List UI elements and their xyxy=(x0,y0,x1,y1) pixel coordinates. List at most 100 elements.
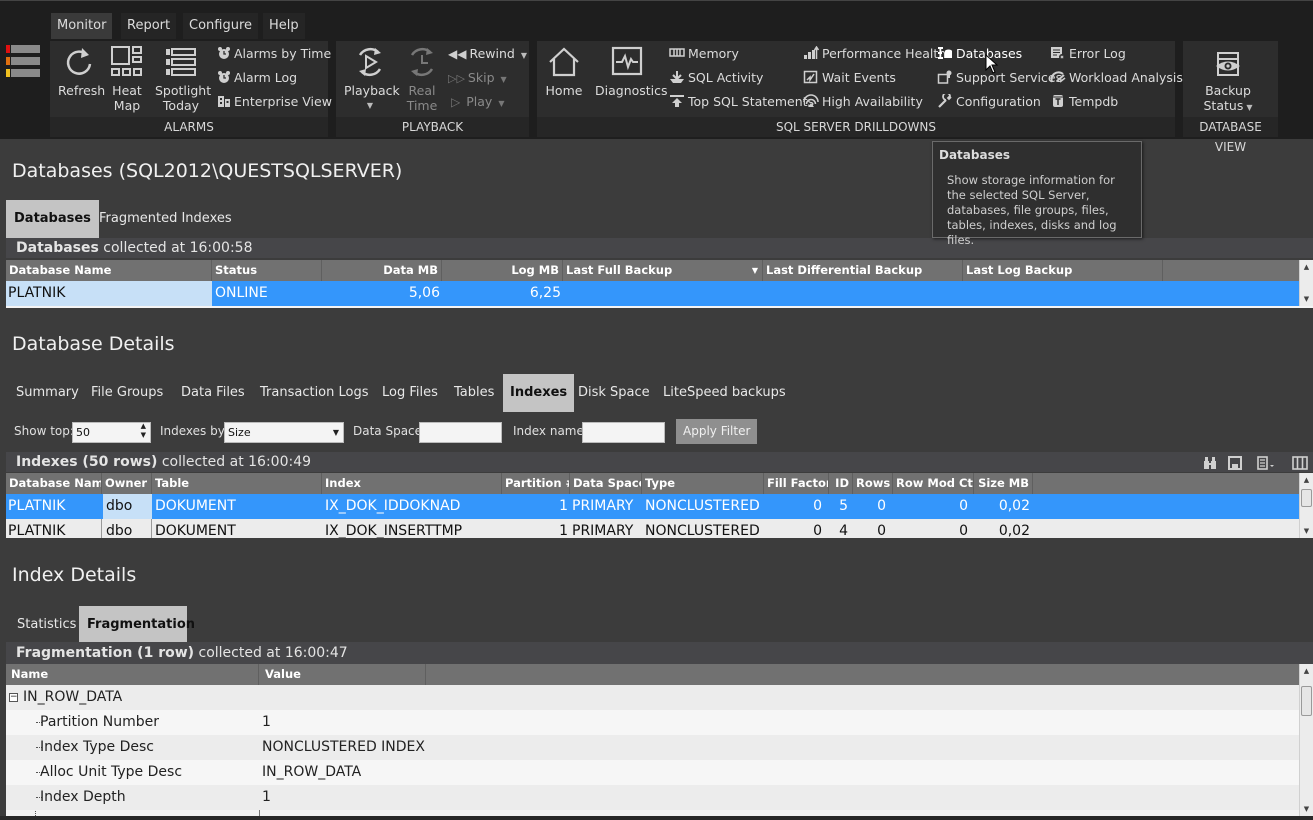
cell-id[interactable]: 4 xyxy=(829,519,853,538)
home-button[interactable]: Home xyxy=(545,45,583,98)
scroll-down-icon[interactable]: ▼ xyxy=(1300,292,1313,306)
workload-analysis-button[interactable]: Workload Analysis xyxy=(1050,67,1183,89)
col-database-name[interactable]: Database Name xyxy=(6,473,102,494)
cell-rows[interactable]: 0 xyxy=(853,494,893,519)
tempdb-button[interactable]: Tempdb xyxy=(1050,91,1118,113)
cell-fill-factor[interactable]: 0 xyxy=(764,494,829,519)
rewind-button[interactable]: ◀◀ Rewind ▼ xyxy=(448,43,527,65)
col-status[interactable]: Status xyxy=(212,260,322,281)
scroll-down-icon[interactable]: ▼ xyxy=(1300,524,1313,538)
tab-fragmented-indexes[interactable]: Fragmented Indexes xyxy=(91,200,240,238)
cell-table[interactable]: DOKUMENT xyxy=(153,519,322,538)
cell-database-name[interactable]: PLATNIK xyxy=(6,281,212,306)
skip-button[interactable]: ▷▷ Skip ▼ xyxy=(448,67,507,89)
backup-status-button[interactable]: Backup Status ▼ xyxy=(1197,51,1259,115)
col-type[interactable]: Type xyxy=(642,473,764,494)
tree-row[interactable]: Alloc Unit Type Desc IN_ROW_DATA xyxy=(6,760,1299,785)
fragmentation-grid-scrollbar[interactable]: ▲ ▼ xyxy=(1299,664,1313,816)
high-availability-button[interactable]: High Availability xyxy=(803,91,923,113)
cell-row-mod-ctr[interactable]: 0 xyxy=(893,494,974,519)
scroll-up-icon[interactable]: ▲ xyxy=(1300,473,1313,487)
configuration-button[interactable]: Configuration xyxy=(937,91,1041,113)
heat-map-button[interactable]: Heat Map xyxy=(110,45,144,113)
error-log-button[interactable]: Error Log xyxy=(1050,43,1126,65)
tab-fragmentation[interactable]: Fragmentation xyxy=(79,606,195,644)
col-database-name[interactable]: Database Name xyxy=(6,260,212,281)
col-id[interactable]: ID xyxy=(829,473,853,494)
enterprise-view-button[interactable]: Enterprise View xyxy=(217,91,332,113)
col-size-mb[interactable]: Size MB xyxy=(974,473,1033,494)
scroll-thumb[interactable] xyxy=(1301,489,1312,507)
find-binoculars-icon[interactable] xyxy=(1203,456,1217,473)
top-sql-statements-button[interactable]: Top SQL Statements xyxy=(669,91,814,113)
cell-index[interactable]: IX_DOK_IDDOKNAD xyxy=(323,494,502,519)
cell-size-mb[interactable]: 0,02 xyxy=(974,519,1033,538)
tab-file-groups[interactable]: File Groups xyxy=(83,374,171,412)
cell-fill-factor[interactable]: 0 xyxy=(764,519,829,538)
index-name-input[interactable] xyxy=(582,422,665,443)
real-time-button[interactable]: Real Time xyxy=(404,45,440,113)
cell-database-name[interactable]: PLATNIK xyxy=(6,494,102,519)
col-last-log-backup[interactable]: Last Log Backup xyxy=(963,260,1163,281)
alarms-by-time-button[interactable]: Alarms by Time xyxy=(217,43,331,65)
data-space-input[interactable] xyxy=(419,422,502,443)
performance-health-button[interactable]: Performance Health xyxy=(803,43,946,65)
collapse-icon[interactable]: − xyxy=(9,693,18,702)
scroll-up-icon[interactable]: ▲ xyxy=(1300,260,1313,274)
alarm-log-button[interactable]: Alarm Log xyxy=(217,67,297,89)
table-row[interactable]: PLATNIK ONLINE 5,06 6,25 xyxy=(6,281,1299,306)
support-services-button[interactable]: Support Services xyxy=(937,67,1062,89)
table-row[interactable]: PLATNIK dbo DOKUMENT IX_DOK_INSERTTMP 1 … xyxy=(6,519,1299,538)
cell-data-mb[interactable]: 5,06 xyxy=(322,281,442,306)
col-row-mod-ctr[interactable]: Row Mod Ctr xyxy=(893,473,974,494)
cell-last-full-backup[interactable] xyxy=(563,281,763,306)
cell-rows[interactable]: 0 xyxy=(853,519,893,538)
tree-row[interactable]: Partition Number 1 xyxy=(6,710,1299,735)
copy-icon[interactable] xyxy=(1255,456,1275,473)
indexes-grid-scrollbar[interactable]: ▲ ▼ xyxy=(1299,473,1313,538)
refresh-button[interactable]: Refresh xyxy=(58,45,105,98)
tab-log-files[interactable]: Log Files xyxy=(374,374,446,412)
menu-tab-help[interactable]: Help xyxy=(263,13,305,39)
diagnostics-button[interactable]: Diagnostics xyxy=(595,45,668,98)
tree-row[interactable]: Index Depth 1 xyxy=(6,785,1299,810)
col-owner[interactable]: Owner xyxy=(102,473,152,494)
menu-tab-monitor[interactable]: Monitor xyxy=(51,13,113,39)
col-last-differential-backup[interactable]: Last Differential Backup xyxy=(763,260,963,281)
cell-index[interactable]: IX_DOK_INSERTTMP xyxy=(323,519,502,538)
play-button[interactable]: ▷ Play ▼ xyxy=(448,91,504,113)
stepper-arrows-icon[interactable]: ▲ ▼ xyxy=(141,422,146,440)
col-last-full-backup[interactable]: Last Full Backup ▼ xyxy=(563,260,763,281)
col-value[interactable]: Value xyxy=(259,664,426,685)
cell-owner[interactable]: dbo xyxy=(103,519,152,538)
tab-databases[interactable]: Databases xyxy=(6,200,99,238)
cell-data-space[interactable]: PRIMARY xyxy=(570,519,642,538)
scroll-thumb[interactable] xyxy=(1301,686,1312,716)
menu-tab-report[interactable]: Report xyxy=(121,13,177,39)
app-logo-icon[interactable] xyxy=(6,45,40,79)
scroll-up-icon[interactable]: ▲ xyxy=(1300,664,1313,678)
col-index[interactable]: Index xyxy=(322,473,502,494)
show-top-stepper[interactable]: 50 ▲ ▼ xyxy=(72,422,151,443)
cell-last-log-backup[interactable] xyxy=(963,281,1163,306)
table-row[interactable]: PLATNIK dbo DOKUMENT IX_DOK_IDDOKNAD 1 P… xyxy=(6,494,1299,519)
col-partition[interactable]: Partition # xyxy=(502,473,570,494)
wait-events-button[interactable]: Wait Events xyxy=(803,67,896,89)
spotlight-today-button[interactable]: Spotlight Today xyxy=(155,45,211,113)
tree-group-row[interactable]: − IN_ROW_DATA xyxy=(6,685,1299,710)
cell-data-space[interactable]: PRIMARY xyxy=(570,494,642,519)
cell-row-mod-ctr[interactable]: 0 xyxy=(893,519,974,538)
col-data-space[interactable]: Data Space xyxy=(570,473,642,494)
cell-table[interactable]: DOKUMENT xyxy=(153,494,322,519)
tab-litespeed-backups[interactable]: LiteSpeed backups xyxy=(655,374,794,412)
cell-type[interactable]: NONCLUSTERED xyxy=(643,519,764,538)
col-rows[interactable]: Rows xyxy=(853,473,893,494)
col-name[interactable]: Name xyxy=(6,664,259,685)
indexes-by-select[interactable]: Size ▼ xyxy=(224,422,344,443)
cell-type[interactable]: NONCLUSTERED xyxy=(643,494,764,519)
col-table[interactable]: Table xyxy=(152,473,322,494)
tab-tables[interactable]: Tables xyxy=(446,374,502,412)
tab-transaction-logs[interactable]: Transaction Logs xyxy=(252,374,377,412)
tab-summary[interactable]: Summary xyxy=(8,374,87,412)
scroll-down-icon[interactable]: ▼ xyxy=(1300,802,1313,816)
